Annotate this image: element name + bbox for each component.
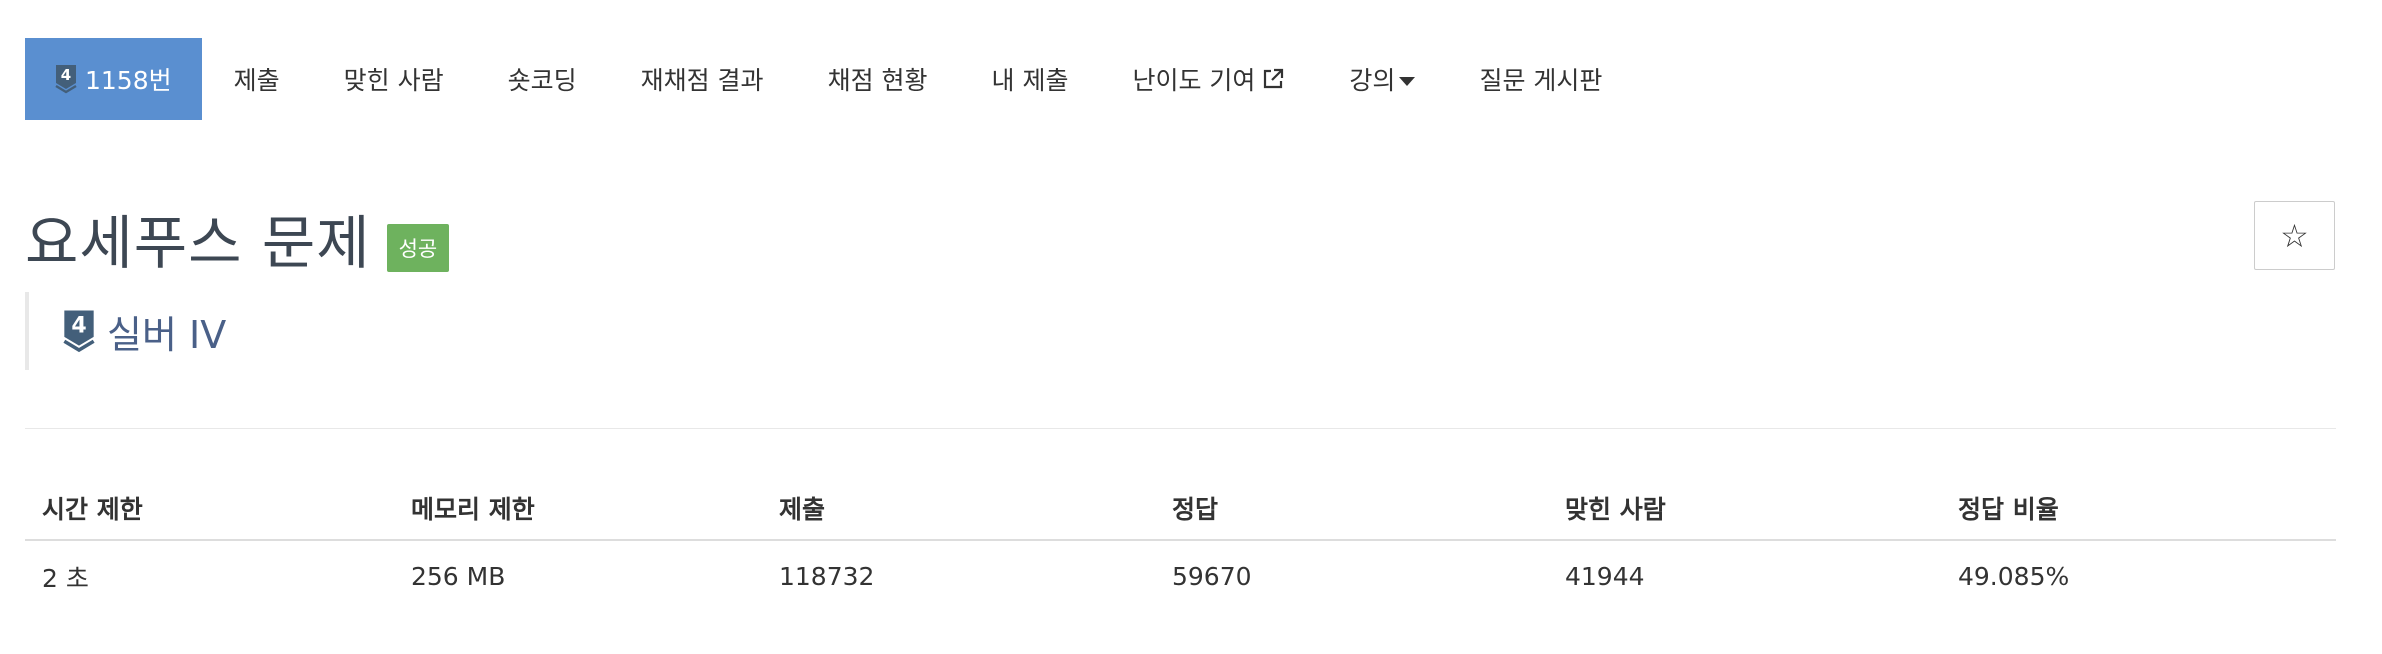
external-link-icon: [1264, 68, 1284, 89]
header-solvers: 맞힌 사람: [1548, 476, 1941, 541]
tier-badge-icon: 4: [55, 65, 77, 94]
tier-silver-icon: 4: [63, 310, 95, 353]
nav-submit-label: 제출: [233, 66, 280, 95]
nav-problem-number[interactable]: 4 1158번: [25, 38, 202, 120]
nav-solvers-label: 맞힌 사람: [343, 66, 444, 95]
tier-silver-number: 4: [71, 313, 86, 338]
nav-question-board-label: 질문 게시판: [1479, 66, 1603, 95]
nav-short-coding-label: 숏코딩: [507, 66, 577, 95]
header-memory-limit: 메모리 제한: [394, 476, 762, 541]
problem-title-row: 요세푸스 문제 성공: [25, 196, 450, 280]
cell-accepted: 59670: [1172, 562, 1252, 591]
nav-lectures-dropdown[interactable]: 강의: [1317, 38, 1447, 120]
header-submissions: 제출: [762, 476, 1155, 541]
nav-submit[interactable]: 제출: [202, 38, 312, 120]
page: 4 1158번 제출 맞힌 사람 숏코딩 재채점 결과 채점 현황 내 제출 난…: [0, 0, 2382, 654]
nav-difficulty-label: 난이도 기여: [1132, 66, 1256, 95]
nav-judge-status[interactable]: 채점 현황: [796, 38, 960, 120]
nav-lectures-label: 강의: [1349, 66, 1396, 95]
nav-difficulty-contribution[interactable]: 난이도 기여: [1100, 38, 1317, 120]
problem-nav: 4 1158번 제출 맞힌 사람 숏코딩 재채점 결과 채점 현황 내 제출 난…: [25, 38, 1634, 120]
header-time-limit: 시간 제한: [25, 476, 394, 541]
problem-info-table: 시간 제한 메모리 제한 제출 정답 맞힌 사람 정답 비율 2 초 256 M…: [25, 476, 2336, 612]
table-row: 2 초 256 MB 118732 59670 41944 49.085%: [25, 540, 2336, 612]
nav-my-submissions-label: 내 제출: [991, 66, 1069, 95]
cell-accept-ratio: 49.085%: [1958, 562, 2070, 591]
favorite-star-button[interactable]: ☆: [2254, 201, 2335, 270]
nav-short-coding[interactable]: 숏코딩: [476, 38, 609, 120]
nav-question-board[interactable]: 질문 게시판: [1447, 38, 1634, 120]
tier-name: 실버 IV: [107, 312, 227, 357]
nav-my-submissions[interactable]: 내 제출: [960, 38, 1101, 120]
nav-solvers[interactable]: 맞힌 사람: [312, 38, 476, 120]
star-icon: ☆: [2280, 216, 2309, 255]
cell-memory-limit: 256 MB: [411, 562, 506, 591]
nav-rejudge-label: 재채점 결과: [640, 66, 764, 95]
header-accepted: 정답: [1155, 476, 1548, 541]
problem-tier: 4 실버 IV: [25, 292, 425, 370]
caret-down-icon: [1399, 76, 1416, 86]
section-divider: [25, 428, 2336, 429]
cell-submissions: 118732: [779, 562, 875, 591]
problem-title: 요세푸스 문제: [25, 209, 371, 277]
cell-time-limit: 2 초: [42, 563, 89, 593]
nav-rejudge-results[interactable]: 재채점 결과: [609, 38, 796, 120]
nav-judge-status-label: 채점 현황: [827, 66, 928, 95]
nav-problem-label: 1158번: [85, 66, 172, 95]
tier-badge-number: 4: [61, 66, 71, 84]
header-accept-ratio: 정답 비율: [1941, 476, 2336, 541]
table-header-row: 시간 제한 메모리 제한 제출 정답 맞힌 사람 정답 비율: [25, 476, 2336, 541]
cell-solvers: 41944: [1565, 562, 1645, 591]
success-badge: 성공: [386, 224, 450, 272]
